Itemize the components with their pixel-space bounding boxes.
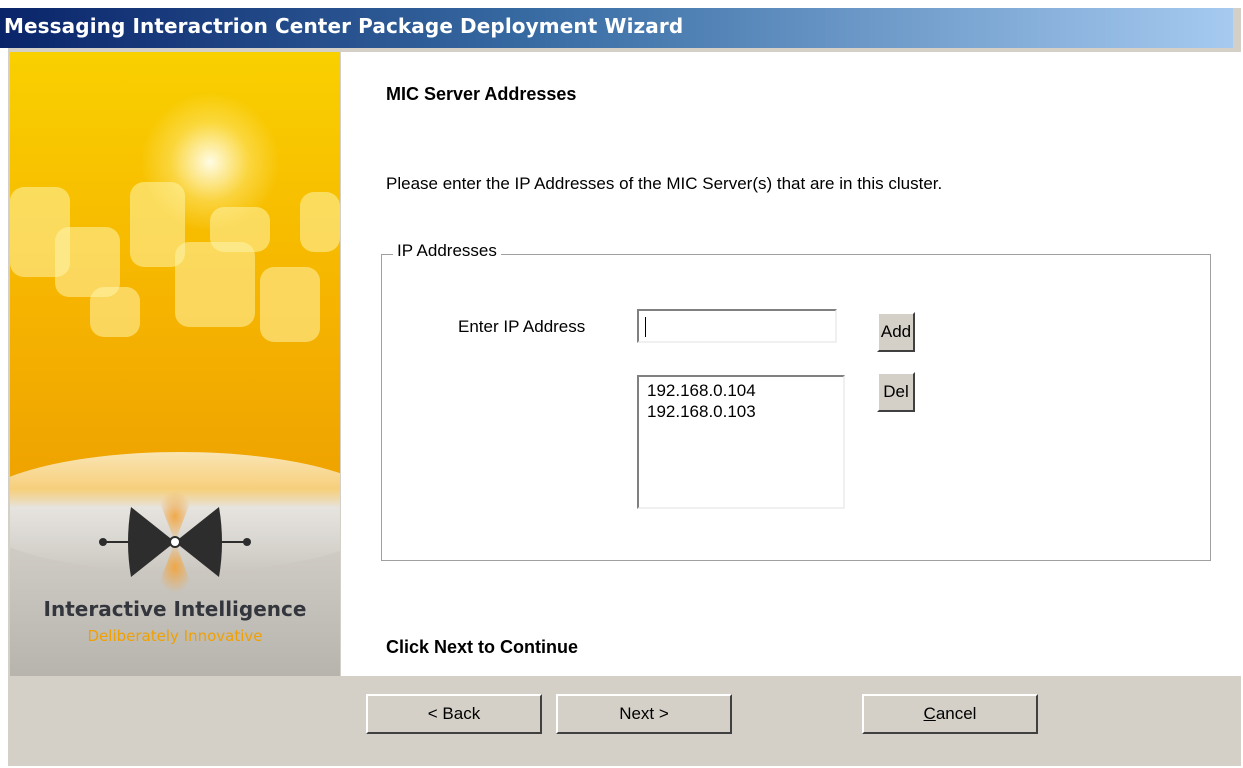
banner-decoration xyxy=(210,207,270,252)
next-instruction: Click Next to Continue xyxy=(386,637,579,657)
groupbox-label: IP Addresses xyxy=(393,241,501,261)
ip-address-label: Enter IP Address xyxy=(458,317,586,336)
interactive-intelligence-logo-icon xyxy=(99,491,251,593)
window-title: Messaging Interactrion Center Package De… xyxy=(4,14,684,38)
del-button[interactable]: Del xyxy=(877,372,915,412)
wizard-content: MIC Server Addresses Please enter the IP… xyxy=(341,52,1241,676)
list-item[interactable]: 192.168.0.103 xyxy=(647,401,843,422)
instructions-text: Please enter the IP Addresses of the MIC… xyxy=(386,174,943,193)
text-caret xyxy=(645,317,646,337)
banner-decoration xyxy=(90,287,140,337)
wizard-banner: Interactive Intelligence Deliberately In… xyxy=(10,52,340,676)
banner-decoration xyxy=(300,192,340,252)
company-name: Interactive Intelligence xyxy=(43,597,307,621)
back-button[interactable]: < Back xyxy=(366,694,542,734)
ip-address-list[interactable]: 192.168.0.104 192.168.0.103 xyxy=(637,375,845,509)
next-button[interactable]: Next > xyxy=(556,694,732,734)
cancel-button[interactable]: Cancel xyxy=(862,694,1038,734)
list-item[interactable]: 192.168.0.104 xyxy=(647,380,843,401)
title-bar: Messaging Interactrion Center Package De… xyxy=(0,8,1233,48)
add-button[interactable]: Add xyxy=(877,312,915,352)
page-title: MIC Server Addresses xyxy=(386,84,577,104)
ip-address-input[interactable] xyxy=(637,309,837,343)
company-tagline: Deliberately Innovative xyxy=(87,627,263,645)
cancel-label: Cancel xyxy=(923,704,977,723)
banner-decoration xyxy=(175,242,255,327)
banner-decoration xyxy=(260,267,320,342)
